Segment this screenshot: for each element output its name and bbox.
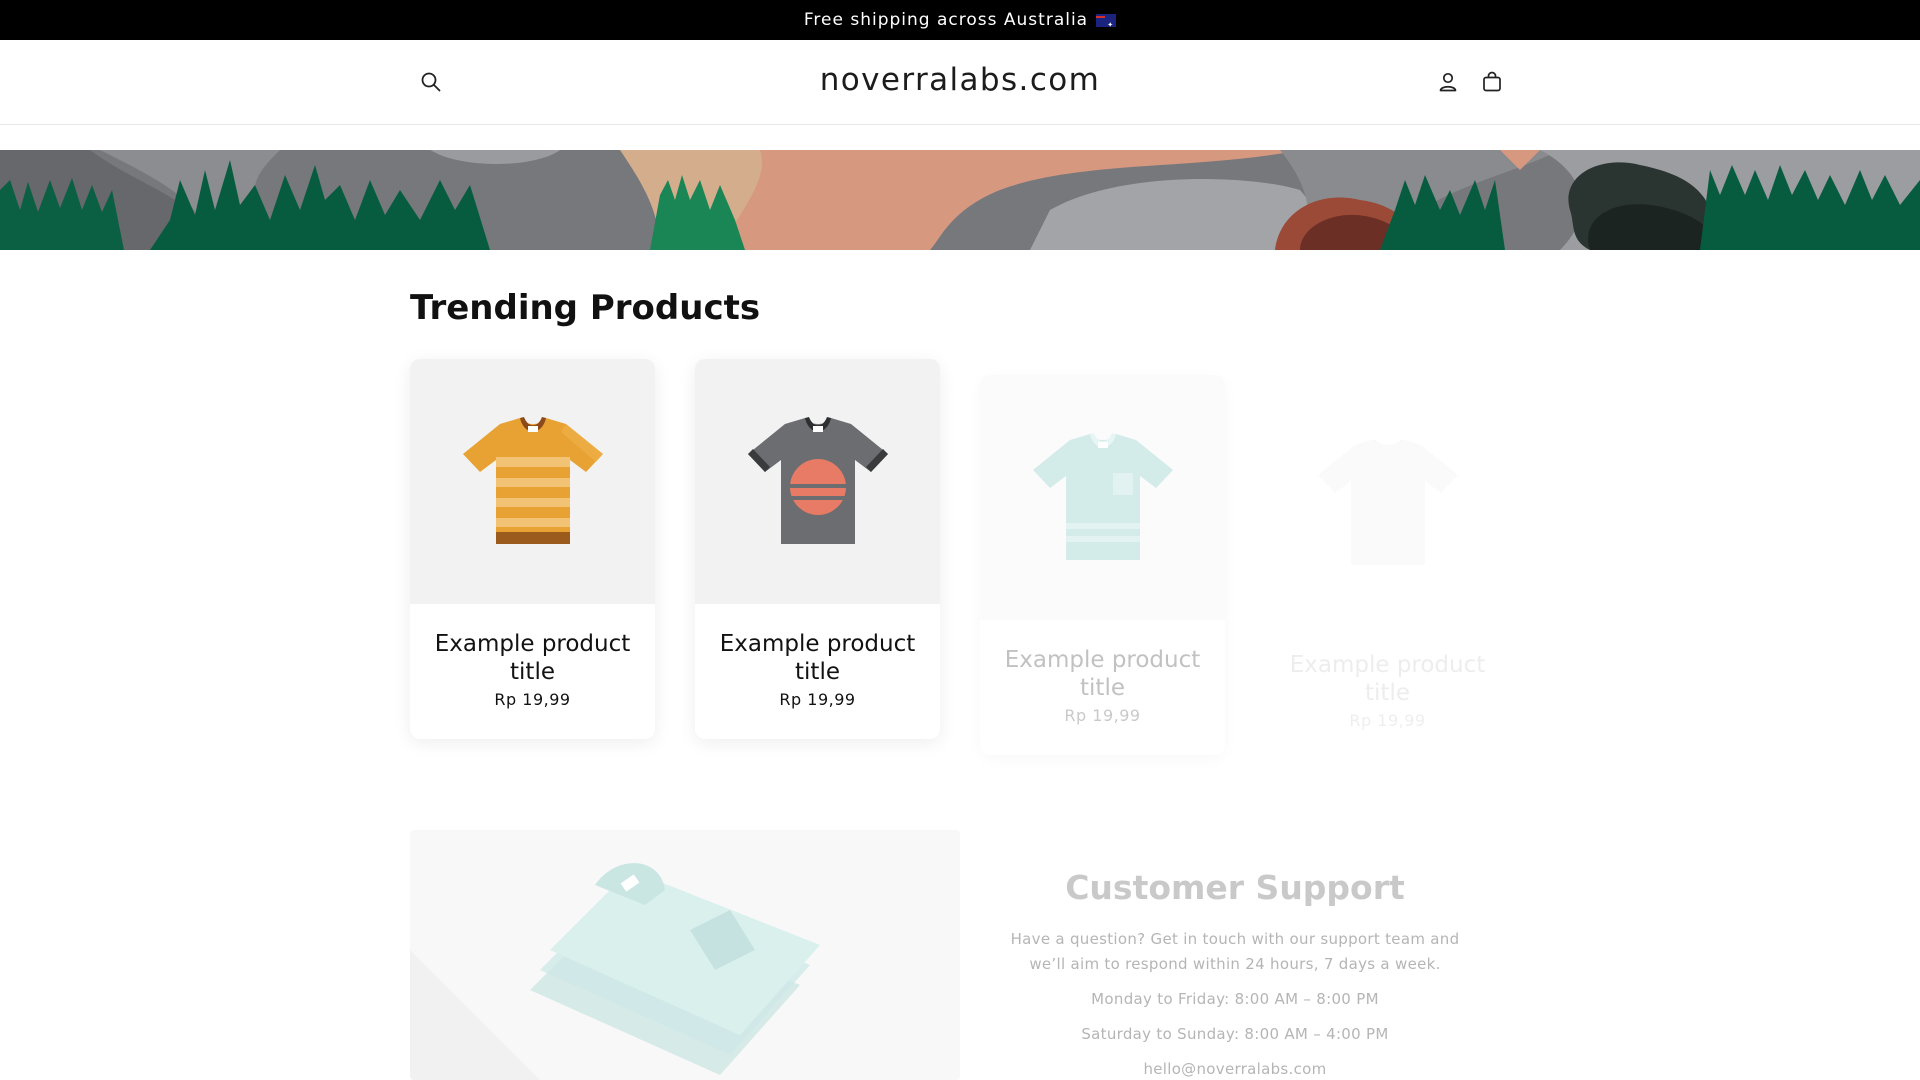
support-hours-weekday: Monday to Friday: 8:00 AM – 8:00 PM	[1091, 990, 1379, 1008]
support-title: Customer Support	[1065, 868, 1405, 907]
product-image	[980, 375, 1225, 620]
product-title[interactable]: Example product title	[695, 630, 940, 686]
hero-banner-image	[0, 150, 1920, 250]
product-card[interactable]: Example product title Rp 19,99	[1265, 380, 1510, 760]
customer-support-section: Customer Support Have a question? Get in…	[985, 868, 1485, 1080]
announcement-text: Free shipping across Australia	[803, 10, 1089, 30]
australia-flag-icon	[1096, 13, 1117, 29]
support-email-link[interactable]: hello@noverralabs.com	[985, 1057, 1485, 1080]
product-price: Rp 19,99	[1349, 711, 1426, 730]
product-price: Rp 19,99	[779, 690, 856, 709]
product-card[interactable]: Example product title Rp 19,99	[410, 359, 655, 739]
section-title-trending: Trending Products	[410, 288, 761, 328]
product-image	[410, 359, 655, 604]
product-title[interactable]: Example product title	[980, 646, 1225, 702]
product-price: Rp 19,99	[494, 690, 571, 709]
product-card[interactable]: Example product title Rp 19,99	[980, 375, 1225, 755]
product-title[interactable]: Example product title	[1265, 651, 1510, 707]
product-image	[695, 359, 940, 604]
support-hours-weekend: Saturday to Sunday: 8:00 AM – 4:00 PM	[1081, 1025, 1389, 1043]
support-description-line2: we’ll aim to respond within 24 hours, 7 …	[1029, 955, 1441, 973]
product-price: Rp 19,99	[1064, 706, 1141, 725]
product-title[interactable]: Example product title	[410, 630, 655, 686]
support-description-line1: Have a question? Get in touch with our s…	[1010, 930, 1460, 948]
support-image	[410, 830, 960, 1080]
product-image	[1265, 380, 1510, 625]
product-card[interactable]: Example product title Rp 19,99	[695, 359, 940, 739]
cart-icon[interactable]	[1475, 65, 1509, 99]
site-logo[interactable]: noverralabs.com	[0, 62, 1920, 98]
announcement-bar: Free shipping across Australia	[0, 0, 1920, 40]
site-header: noverralabs.com	[0, 40, 1920, 125]
account-icon[interactable]	[1431, 65, 1465, 99]
